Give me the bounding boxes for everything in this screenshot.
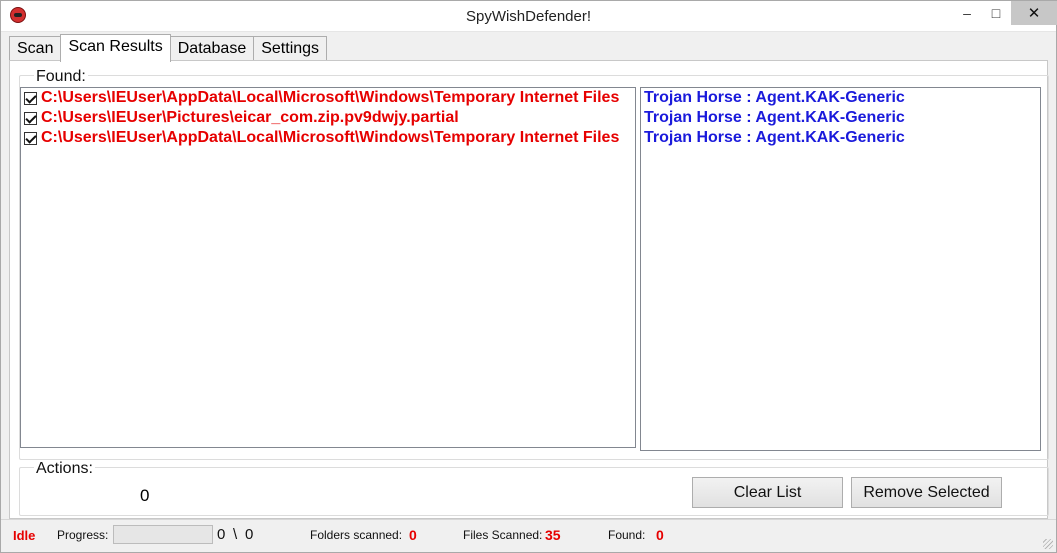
- found-label: Found:: [34, 68, 88, 86]
- progress-separator: \: [233, 526, 238, 543]
- minimize-button[interactable]: –: [956, 1, 978, 25]
- threat-row[interactable]: Trojan Horse : Agent.KAK-Generic: [641, 128, 1040, 148]
- close-button[interactable]: ✕: [1011, 1, 1057, 25]
- progress-total: 0: [245, 526, 254, 543]
- actions-label: Actions:: [34, 460, 95, 478]
- file-checkbox[interactable]: [24, 132, 37, 145]
- file-row[interactable]: C:\Users\IEUser\AppData\Local\Microsoft\…: [21, 128, 635, 148]
- maximize-button[interactable]: □: [985, 1, 1007, 25]
- files-scanned-label: Files Scanned:: [463, 528, 543, 542]
- file-row[interactable]: C:\Users\IEUser\Pictures\eicar_com.zip.p…: [21, 108, 635, 128]
- files-scanned-value: 35: [545, 527, 561, 543]
- clear-list-button[interactable]: Clear List: [692, 477, 843, 508]
- resize-grip-icon[interactable]: [1043, 539, 1053, 549]
- threats-list[interactable]: Trojan Horse : Agent.KAK-Generic Trojan …: [640, 87, 1041, 451]
- threat-row[interactable]: Trojan Horse : Agent.KAK-Generic: [641, 88, 1040, 108]
- file-path: C:\Users\IEUser\AppData\Local\Microsoft\…: [41, 129, 620, 146]
- found-count-label: Found:: [608, 528, 646, 542]
- tab-scan[interactable]: Scan: [9, 36, 62, 61]
- file-checkbox[interactable]: [24, 92, 37, 105]
- progress-label: Progress:: [57, 528, 109, 542]
- found-files-list[interactable]: C:\Users\IEUser\AppData\Local\Microsoft\…: [20, 87, 636, 448]
- progress-count: 0: [217, 526, 226, 543]
- threat-row[interactable]: Trojan Horse : Agent.KAK-Generic: [641, 108, 1040, 128]
- file-checkbox[interactable]: [24, 112, 37, 125]
- tab-scan-results[interactable]: Scan Results: [60, 34, 171, 62]
- file-path: C:\Users\IEUser\Pictures\eicar_com.zip.p…: [41, 109, 459, 126]
- scan-results-page: Found: C:\Users\IEUser\AppData\Local\Mic…: [9, 60, 1049, 519]
- actions-count: 0: [140, 486, 150, 505]
- tab-strip: Scan Scan Results Database Settings: [9, 34, 328, 62]
- app-window: SpyWishDefender! – □ ✕ Scan Scan Results…: [0, 0, 1057, 553]
- folders-scanned-label: Folders scanned:: [310, 528, 403, 542]
- tab-database[interactable]: Database: [169, 36, 255, 61]
- title-bar[interactable]: SpyWishDefender! – □ ✕: [1, 1, 1057, 32]
- status-bar: Idle Progress: 0 \ 0 Folders scanned: 0 …: [1, 519, 1056, 552]
- window-title: SpyWishDefender!: [465, 8, 592, 25]
- found-count-value: 0: [656, 527, 664, 543]
- remove-selected-button[interactable]: Remove Selected: [851, 477, 1002, 508]
- tab-settings[interactable]: Settings: [253, 36, 328, 61]
- file-row[interactable]: C:\Users\IEUser\AppData\Local\Microsoft\…: [21, 88, 635, 108]
- status-state: Idle: [13, 528, 36, 543]
- progress-bar: [113, 525, 213, 544]
- folders-scanned-value: 0: [409, 527, 417, 543]
- file-path: C:\Users\IEUser\AppData\Local\Microsoft\…: [41, 89, 620, 106]
